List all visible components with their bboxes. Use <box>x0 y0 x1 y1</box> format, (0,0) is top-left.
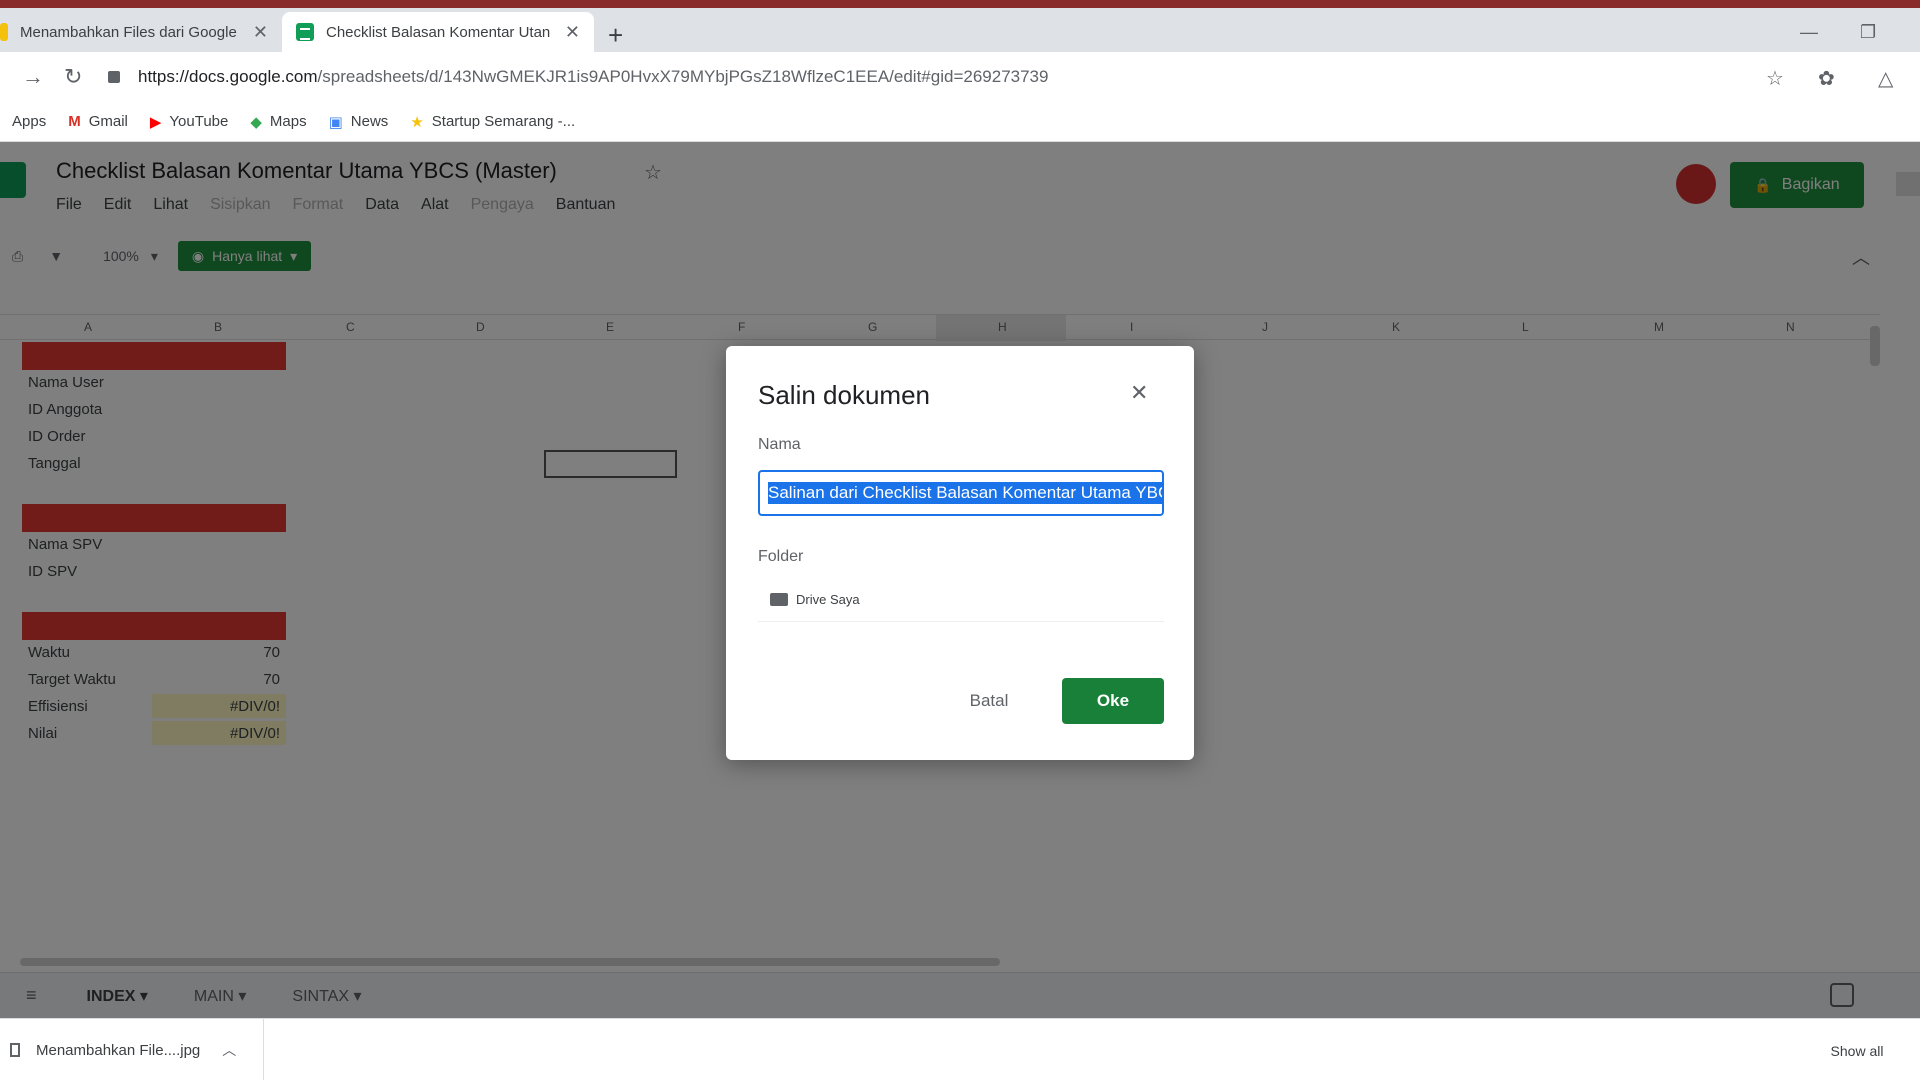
tab-title: Checklist Balasan Komentar Utan <box>326 23 551 41</box>
folder-name: Drive Saya <box>796 592 860 607</box>
browser-toolbar: → ↻ https://docs.google.com/spreadsheets… <box>0 52 1920 102</box>
folder-picker[interactable]: Drive Saya <box>758 578 1164 622</box>
download-item[interactable]: Menambahkan File....jpg ︿ <box>0 1019 264 1080</box>
bookmark-gmail[interactable]: M Gmail <box>68 113 128 130</box>
news-icon: ▣ <box>328 113 343 131</box>
restore-icon[interactable]: ❐ <box>1860 22 1876 43</box>
maps-icon: ◆ <box>250 113 262 131</box>
gmail-icon: M <box>68 113 81 130</box>
sheets-favicon-icon <box>296 23 314 41</box>
folder-label: Folder <box>758 548 804 565</box>
extension-icon[interactable]: ✿ <box>1818 66 1835 91</box>
tab-strip: Menambahkan Files dari Google ✕ Checklis… <box>0 8 1920 52</box>
tab-menambahkan-files[interactable]: Menambahkan Files dari Google ✕ <box>0 12 282 52</box>
name-label: Nama <box>758 436 801 453</box>
bookmark-startup-semarang[interactable]: ★ Startup Semarang -... <box>410 113 575 131</box>
window-top-border <box>0 0 1920 8</box>
chevron-up-icon[interactable]: ︿ <box>222 1040 236 1060</box>
tab-close-icon[interactable]: ✕ <box>253 22 268 43</box>
address-bar[interactable]: https://docs.google.com/spreadsheets/d/1… <box>108 58 1788 96</box>
tab-checklist[interactable]: Checklist Balasan Komentar Utan ✕ <box>282 12 594 52</box>
bookmark-youtube[interactable]: ▶ YouTube <box>150 113 229 131</box>
file-icon <box>10 1043 20 1057</box>
dialog-title: Salin dokumen <box>758 380 930 410</box>
alert-icon[interactable]: △ <box>1878 66 1893 91</box>
tab-title: Menambahkan Files dari Google <box>20 23 237 41</box>
drive-favicon-icon <box>0 23 8 41</box>
url-text: https://docs.google.com/spreadsheets/d/1… <box>138 67 1049 86</box>
close-icon[interactable]: ✕ <box>1130 382 1148 404</box>
ok-button[interactable]: Oke <box>1062 678 1164 724</box>
download-shelf: Menambahkan File....jpg ︿ Show all <box>0 1018 1920 1080</box>
forward-arrow-icon[interactable]: → <box>22 64 44 90</box>
cancel-button[interactable]: Batal <box>936 678 1042 724</box>
show-all-button[interactable]: Show all <box>1812 1037 1902 1065</box>
bookmark-maps[interactable]: ◆ Maps <box>250 113 306 131</box>
star-icon: ★ <box>410 113 424 131</box>
selected-name-text: Salinan dari Checklist Balasan Komentar … <box>768 482 1162 504</box>
tab-close-icon[interactable]: ✕ <box>565 22 580 43</box>
bookmark-apps[interactable]: Apps <box>12 113 46 130</box>
lock-icon <box>108 71 120 83</box>
reload-icon[interactable]: ↻ <box>64 64 82 90</box>
minimize-icon[interactable]: — <box>1800 22 1818 43</box>
copy-document-dialog: Salin dokumen ✕ Nama Salinan dari Checkl… <box>726 346 1194 760</box>
youtube-icon: ▶ <box>149 113 162 131</box>
bookmark-star-icon[interactable]: ☆ <box>1766 66 1784 91</box>
download-filename: Menambahkan File....jpg <box>36 1041 201 1059</box>
document-name-input[interactable]: Salinan dari Checklist Balasan Komentar … <box>758 470 1164 516</box>
bookmarks-bar: Apps M Gmail ▶ YouTube ◆ Maps ▣ News ★ Startu… <box>0 102 1920 142</box>
new-tab-plus-icon[interactable]: + <box>608 22 623 48</box>
folder-icon <box>770 593 788 606</box>
bookmark-news[interactable]: ▣ News <box>329 113 389 131</box>
